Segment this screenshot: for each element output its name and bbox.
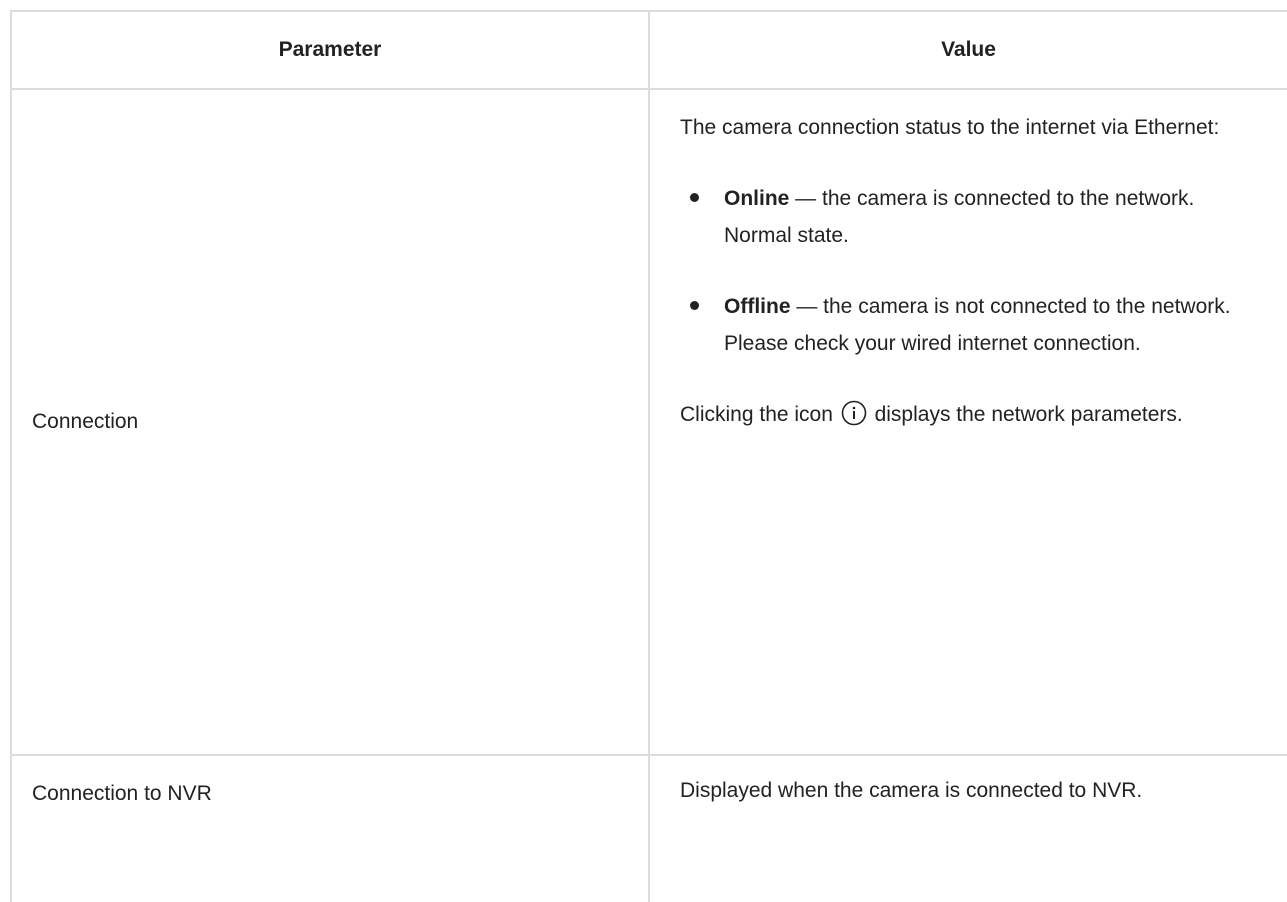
bullet-icon [690,193,699,202]
note-text-after-icon: displays the network parameters. [868,403,1183,426]
table-header-row: Parameter Value [10,10,1287,90]
parameters-table: Parameter Value Connection The camera co… [10,10,1287,902]
parameters-table-container: Parameter Value Connection The camera co… [10,10,1287,902]
status-separator: — [789,187,823,210]
status-separator: — [790,295,824,318]
network-parameters-note: Clicking the icon displays the network p… [680,396,1267,433]
column-header-value: Value [648,10,1287,90]
list-item: Offline — the camera is not connected to… [680,288,1267,362]
table-row: Connection The camera connection status … [10,88,1287,756]
parameter-cell: Connection to NVR [10,754,650,902]
status-term-online: Online [724,187,790,210]
info-icon [841,400,867,426]
connection-description: The camera connection status to the inte… [680,116,1220,139]
bullet-icon [690,301,699,310]
value-cell: Displayed when the camera is connected t… [648,754,1287,902]
column-header-parameter: Parameter [10,10,650,90]
value-cell: The camera connection status to the inte… [648,88,1287,756]
connection-status-list: Online — the camera is connected to the … [680,180,1267,362]
list-item: Online — the camera is connected to the … [680,180,1267,254]
table-row: Connection to NVR Displayed when the cam… [10,754,1287,902]
parameter-cell: Connection [10,88,650,756]
note-text-before-icon: Clicking the icon [680,403,839,426]
status-term-offline: Offline [724,295,791,318]
